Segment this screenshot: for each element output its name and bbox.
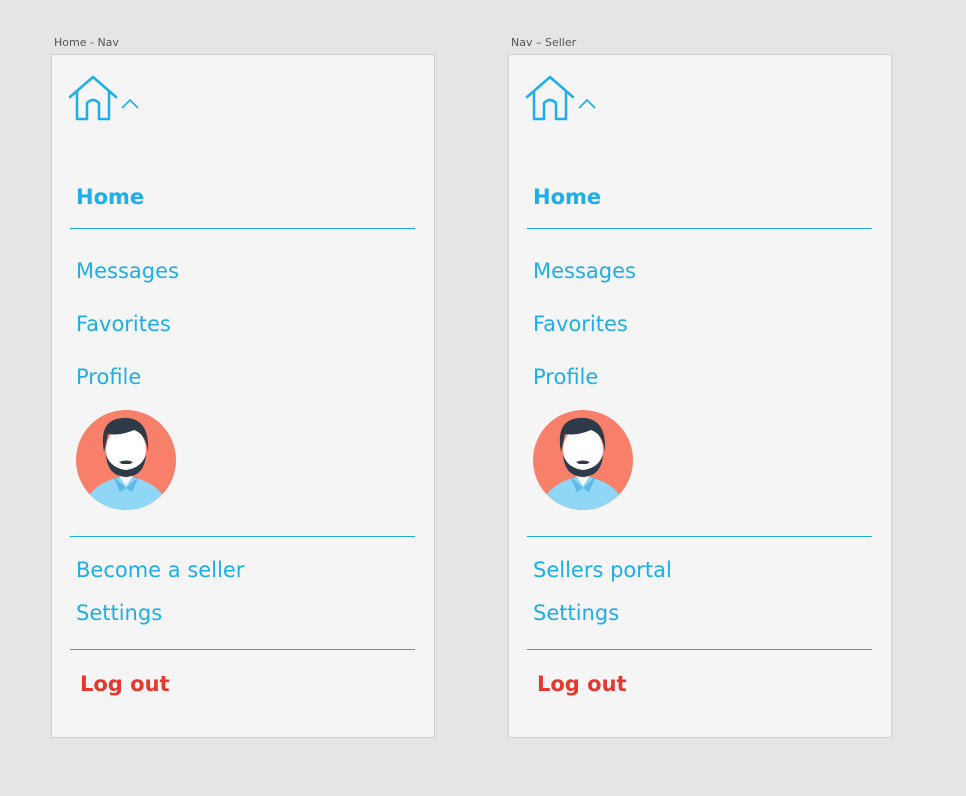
nav-item-home[interactable]: Home bbox=[533, 187, 601, 208]
divider bbox=[527, 228, 872, 229]
nav-item-profile[interactable]: Profile bbox=[76, 367, 141, 388]
nav-item-sellers-portal[interactable]: Sellers portal bbox=[533, 560, 672, 581]
chevron-up-icon[interactable] bbox=[120, 97, 140, 111]
nav-item-home[interactable]: Home bbox=[76, 187, 144, 208]
nav-panel: Home Messages Favorites Profile Become a… bbox=[51, 54, 435, 738]
nav-panel: Home Messages Favorites Profile Sellers … bbox=[508, 54, 892, 738]
divider bbox=[527, 536, 872, 537]
logout-button[interactable]: Log out bbox=[80, 674, 170, 695]
divider bbox=[70, 536, 415, 537]
avatar[interactable] bbox=[76, 410, 176, 510]
logout-button[interactable]: Log out bbox=[537, 674, 627, 695]
chevron-up-icon[interactable] bbox=[577, 97, 597, 111]
nav-item-settings[interactable]: Settings bbox=[533, 603, 619, 624]
home-icon[interactable] bbox=[525, 75, 575, 121]
divider bbox=[70, 649, 415, 650]
nav-item-become-seller[interactable]: Become a seller bbox=[76, 560, 244, 581]
nav-item-profile[interactable]: Profile bbox=[533, 367, 598, 388]
nav-item-favorites[interactable]: Favorites bbox=[76, 314, 171, 335]
home-icon[interactable] bbox=[68, 75, 118, 121]
nav-item-messages[interactable]: Messages bbox=[76, 261, 179, 282]
divider bbox=[70, 228, 415, 229]
avatar[interactable] bbox=[533, 410, 633, 510]
divider bbox=[527, 649, 872, 650]
artboard-label: Home - Nav bbox=[54, 36, 119, 49]
nav-item-messages[interactable]: Messages bbox=[533, 261, 636, 282]
nav-item-favorites[interactable]: Favorites bbox=[533, 314, 628, 335]
nav-item-settings[interactable]: Settings bbox=[76, 603, 162, 624]
artboard-label: Nav – Seller bbox=[511, 36, 577, 49]
